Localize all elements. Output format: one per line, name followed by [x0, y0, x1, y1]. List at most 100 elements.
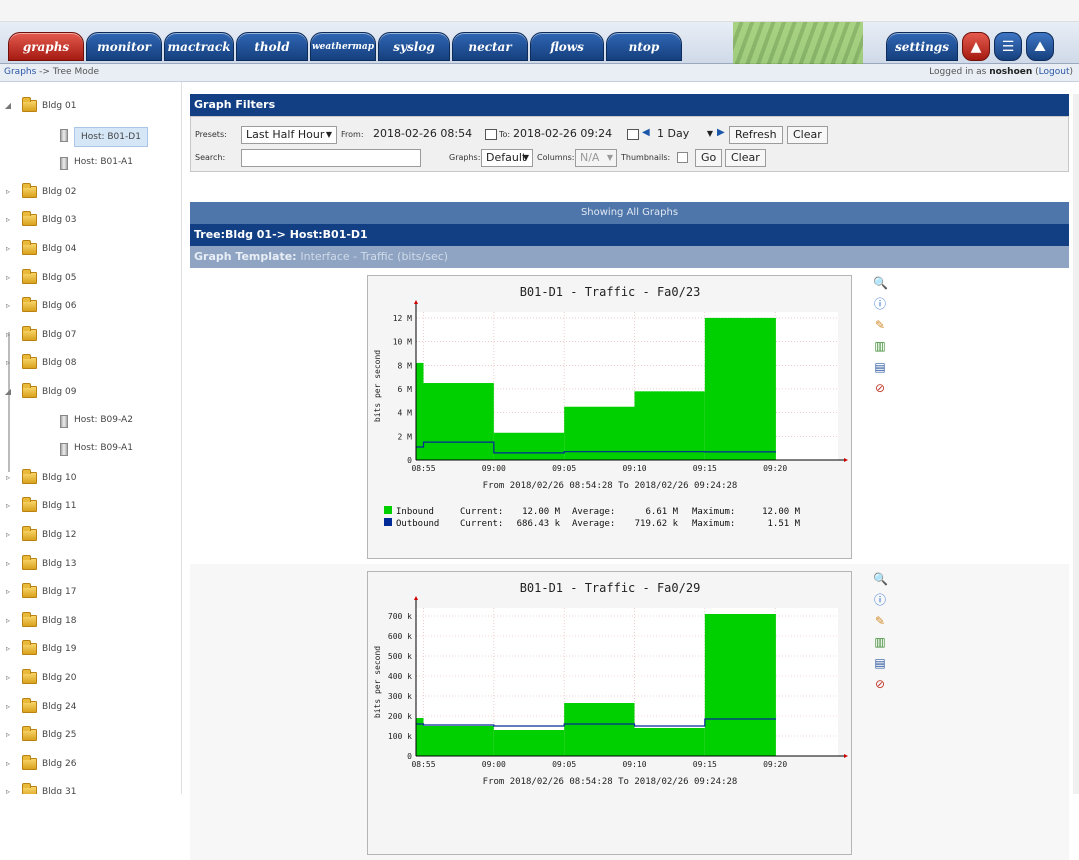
tree-host[interactable]: Host: B01-A1 — [0, 151, 180, 175]
list-view-icon[interactable]: ☰ — [994, 32, 1022, 61]
tree-folder[interactable]: ▹ Bldg 11 — [0, 494, 180, 518]
expand-arrow-icon[interactable]: ▹ — [2, 294, 14, 318]
tab-syslog[interactable]: syslog — [378, 32, 450, 61]
tab-weathermap[interactable]: weathermap — [310, 32, 376, 61]
expand-arrow-icon[interactable]: ▹ — [2, 609, 14, 633]
realtime-icon[interactable]: ▤ — [873, 656, 887, 670]
traffic-graph-fa0-29[interactable]: B01-D1 - Traffic - Fa0/29 700 k 600 k 500 k… — [367, 571, 852, 855]
tab-graphs[interactable]: graphs — [8, 32, 84, 61]
tree-folder[interactable]: ▹ Bldg 18 — [0, 609, 180, 633]
expand-arrow-icon[interactable]: ▹ — [2, 666, 14, 690]
expand-arrow-icon[interactable]: ▹ — [2, 494, 14, 518]
tree-folder[interactable]: ▹ Bldg 17 — [0, 580, 180, 604]
graphs-select[interactable]: Default ▼ — [481, 149, 533, 167]
collapse-arrow-icon[interactable]: ◢ — [2, 380, 14, 404]
refresh-button[interactable]: Refresh — [729, 126, 783, 144]
expand-arrow-icon[interactable]: ▹ — [2, 580, 14, 604]
expand-arrow-icon[interactable]: ▹ — [2, 180, 14, 204]
presets-select[interactable]: Last Half Hour ▼ — [241, 126, 337, 144]
csv-export-icon[interactable]: ▥ — [873, 635, 887, 649]
realtime-icon[interactable]: ▤ — [873, 360, 887, 374]
legend-maximum-label: Maximum: — [692, 507, 735, 517]
tree-folder[interactable]: ▹ Bldg 05 — [0, 266, 180, 290]
clear-search-button[interactable]: Clear — [725, 149, 766, 167]
tree-host[interactable]: Host: B09-A1 — [0, 437, 180, 461]
expand-arrow-icon[interactable]: ▹ — [2, 780, 14, 794]
tab-nectar[interactable]: nectar — [452, 32, 528, 61]
columns-select[interactable]: N/A ▼ — [575, 149, 617, 167]
delete-icon[interactable]: ⊘ — [873, 381, 887, 395]
from-input[interactable]: 2018-02-26 08:54 — [369, 126, 481, 144]
collapse-arrow-icon[interactable]: ◢ — [2, 94, 14, 118]
tree-folder[interactable]: ▹ Bldg 04 — [0, 237, 180, 261]
tab-thold[interactable]: thold — [236, 32, 308, 61]
tree-folder[interactable]: ▹ Bldg 02 — [0, 180, 180, 204]
expand-arrow-icon[interactable]: ▹ — [2, 723, 14, 747]
shift-left-icon[interactable]: ◀ — [642, 127, 650, 138]
calendar-icon[interactable] — [627, 129, 639, 140]
tab-ntop[interactable]: ntop — [606, 32, 682, 61]
tree-folder[interactable]: ▹ Bldg 24 — [0, 695, 180, 719]
alert-icon[interactable]: ▲ — [962, 32, 990, 61]
legend-maximum-value: 12.00 M — [762, 507, 801, 517]
tree-folder[interactable]: ◢ Bldg 09 — [0, 380, 180, 404]
traffic-graph-fa0-23[interactable]: B01-D1 - Traffic - Fa0/23 12 M 10 M 8 M 6 M 4… — [367, 275, 852, 559]
folder-icon — [22, 754, 37, 770]
folder-icon — [22, 726, 37, 742]
tree-item-label: Host: B01-A1 — [74, 157, 133, 168]
folder-icon — [22, 497, 37, 513]
tree-folder[interactable]: ▹ Bldg 31 — [0, 780, 180, 794]
page-scrollbar[interactable] — [1073, 94, 1079, 794]
edit-icon[interactable]: ✎ — [873, 614, 887, 628]
tree-host[interactable]: Host: B01-D1 — [0, 123, 180, 147]
timespan-select[interactable]: 1 Day ▼ — [653, 126, 715, 144]
calendar-icon[interactable] — [485, 129, 497, 140]
expand-arrow-icon[interactable]: ▹ — [2, 351, 14, 375]
tab-flows[interactable]: flows — [530, 32, 604, 61]
csv-export-icon[interactable]: ▥ — [873, 339, 887, 353]
tree-folder[interactable]: ▹ Bldg 25 — [0, 723, 180, 747]
to-input[interactable]: 2018-02-26 09:24 — [509, 126, 621, 144]
expand-arrow-icon[interactable]: ▹ — [2, 237, 14, 261]
tree-folder[interactable]: ▹ Bldg 08 — [0, 351, 180, 375]
expand-arrow-icon[interactable]: ▹ — [2, 552, 14, 576]
info-icon[interactable]: ⓘ — [873, 593, 887, 607]
tree-folder[interactable]: ▹ Bldg 07 — [0, 323, 180, 347]
legend-swatch — [384, 518, 392, 526]
tree-folder[interactable]: ▹ Bldg 20 — [0, 666, 180, 690]
tree-folder[interactable]: ◢ Bldg 01 — [0, 94, 180, 118]
shift-right-icon[interactable]: ▶ — [717, 127, 725, 138]
tab-mactrack[interactable]: mactrack — [164, 32, 234, 61]
delete-icon[interactable]: ⊘ — [873, 677, 887, 691]
tree-folder[interactable]: ▹ Bldg 26 — [0, 752, 180, 776]
clear-button[interactable]: Clear — [787, 126, 828, 144]
edit-icon[interactable]: ✎ — [873, 318, 887, 332]
expand-arrow-icon[interactable]: ▹ — [2, 523, 14, 547]
search-input[interactable] — [241, 149, 421, 167]
tree-folder[interactable]: ▹ Bldg 12 — [0, 523, 180, 547]
breadcrumb-graphs-link[interactable]: Graphs — [4, 67, 36, 77]
expand-arrow-icon[interactable]: ▹ — [2, 695, 14, 719]
expand-arrow-icon[interactable]: ▹ — [2, 208, 14, 232]
expand-arrow-icon[interactable]: ▹ — [2, 466, 14, 490]
tree-folder[interactable]: ▹ Bldg 19 — [0, 637, 180, 661]
zoom-icon[interactable]: 🔍 — [873, 572, 888, 586]
preview-mode-icon[interactable]: ⛰ — [1026, 32, 1054, 61]
tab-monitor[interactable]: monitor — [86, 32, 162, 61]
tree-folder[interactable]: ▹ Bldg 06 — [0, 294, 180, 318]
tree-folder[interactable]: ▹ Bldg 03 — [0, 208, 180, 232]
expand-arrow-icon[interactable]: ▹ — [2, 752, 14, 776]
expand-arrow-icon[interactable]: ▹ — [2, 323, 14, 347]
thumbnails-checkbox[interactable] — [677, 152, 688, 163]
tree-folder[interactable]: ▹ Bldg 13 — [0, 552, 180, 576]
logout-link[interactable]: Logout — [1039, 67, 1070, 77]
zoom-icon[interactable]: 🔍 — [873, 276, 888, 290]
expand-arrow-icon[interactable]: ▹ — [2, 637, 14, 661]
expand-arrow-icon[interactable]: ▹ — [2, 266, 14, 290]
tree-host[interactable]: Host: B09-A2 — [0, 409, 180, 433]
tree-folder[interactable]: ▹ Bldg 10 — [0, 466, 180, 490]
graph-title: B01-D1 - Traffic - Fa0/23 — [520, 285, 701, 299]
tab-settings[interactable]: settings — [886, 32, 958, 61]
info-icon[interactable]: ⓘ — [873, 297, 887, 311]
go-button[interactable]: Go — [695, 149, 723, 167]
